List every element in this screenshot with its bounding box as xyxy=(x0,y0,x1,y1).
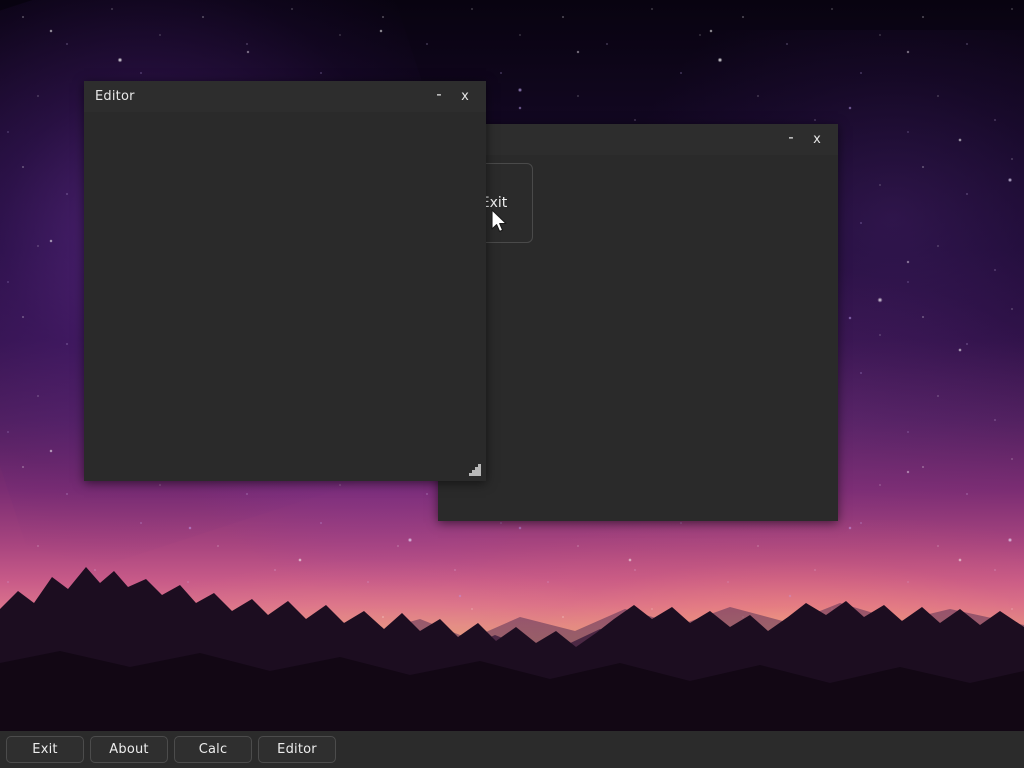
desktop[interactable]: - x Exit Editor - x Exit About Calc Edit… xyxy=(0,0,1024,768)
taskbar-button-about[interactable]: About xyxy=(90,736,168,763)
calc-window-body: Exit xyxy=(438,155,838,521)
resize-grip-icon[interactable] xyxy=(468,463,482,477)
taskbar-button-calc-label: Calc xyxy=(198,742,228,757)
editor-titlebar[interactable]: Editor - x xyxy=(84,81,486,112)
taskbar-button-about-label: About xyxy=(109,742,149,757)
taskbar-button-exit-label: Exit xyxy=(32,742,58,757)
taskbar-button-exit[interactable]: Exit xyxy=(6,736,84,763)
editor-window-title: Editor xyxy=(95,89,135,104)
editor-text-area[interactable] xyxy=(84,112,486,481)
editor-close-icon[interactable]: x xyxy=(452,84,478,110)
taskbar-button-editor-label: Editor xyxy=(277,742,317,757)
taskbar-button-calc[interactable]: Calc xyxy=(174,736,252,763)
taskbar-button-editor[interactable]: Editor xyxy=(258,736,336,763)
calc-close-icon[interactable]: x xyxy=(804,127,830,153)
window-calc[interactable]: - x Exit xyxy=(438,124,838,521)
mountain-silhouette xyxy=(0,567,1024,731)
taskbar[interactable]: Exit About Calc Editor xyxy=(0,731,1024,768)
editor-minimize-icon[interactable]: - xyxy=(426,82,452,112)
calc-minimize-icon[interactable]: - xyxy=(778,125,804,155)
window-editor[interactable]: Editor - x xyxy=(84,81,486,481)
calc-titlebar[interactable]: - x xyxy=(438,124,838,155)
